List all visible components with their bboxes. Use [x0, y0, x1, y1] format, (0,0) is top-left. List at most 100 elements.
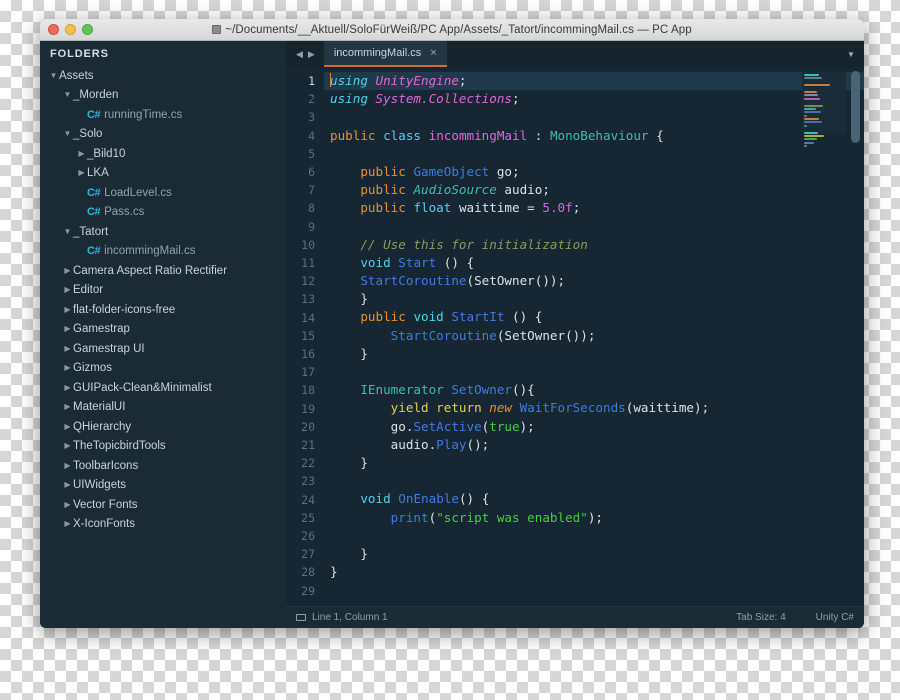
chevron-right-icon[interactable]: ▶ — [62, 442, 73, 450]
status-syntax[interactable]: Unity C# — [816, 612, 854, 623]
code-line: public GameObject go; — [330, 163, 864, 181]
line-number: 12 — [301, 274, 315, 289]
code-token: StartCoroutine — [360, 273, 467, 289]
status-tab-size[interactable]: Tab Size: 4 — [736, 612, 785, 623]
tree-folder-row[interactable]: ▶ Gamestrap — [40, 320, 286, 340]
chevron-right-icon[interactable]: ▶ — [62, 364, 73, 372]
tree-folder-row[interactable]: ▼ _Tatort — [40, 222, 286, 242]
tab-navigation: ◀ ▶ — [286, 41, 324, 67]
minimap-line — [804, 135, 824, 138]
chevron-right-icon[interactable]: ▶ — [62, 520, 73, 528]
code-token: (){ — [512, 382, 535, 398]
chevron-down-icon[interactable]: ▼ — [62, 91, 73, 99]
code-token: public — [360, 200, 406, 216]
window-title-label: ~/Documents/__Aktuell/SoloFürWeiß/PC App… — [225, 23, 692, 36]
tree-folder-row[interactable]: ▶ Gamestrap UI — [40, 339, 286, 359]
csharp-file-icon: C# — [87, 245, 101, 258]
tree-folder-row[interactable]: ▶ Editor — [40, 281, 286, 301]
code-area[interactable]: 1 2 3 4 5 6 7 8 9 10 11 12 13 14 15 16 17 18 19 20 21 22 23 24 2… — [286, 67, 864, 606]
code-token: go. — [330, 418, 414, 434]
code-token: : — [527, 127, 550, 143]
tree-item-label: incommingMail.cs — [104, 245, 196, 258]
code-token: (waittime); — [625, 400, 710, 416]
chevron-right-icon[interactable]: ▶ — [62, 344, 73, 353]
chevron-right-icon[interactable]: ▶ — [62, 305, 73, 314]
code-content[interactable]: using UnityEngine; using System.Collectio… — [324, 67, 864, 606]
tree-folder-row[interactable]: ▶ ToolbarIcons — [40, 456, 286, 476]
tree-folder-row[interactable]: ▶ Gizmos — [40, 359, 286, 379]
chevron-down-icon[interactable]: ▼ — [62, 130, 73, 138]
code-token: () { — [504, 309, 543, 325]
tree-folder-row[interactable]: ▼ _Solo — [40, 125, 286, 145]
tree-item-label: LoadLevel.cs — [104, 186, 172, 199]
chevron-down-icon[interactable]: ▼ — [48, 71, 59, 80]
chevron-right-icon[interactable]: ▶ — [62, 481, 73, 489]
line-number: 9 — [308, 219, 315, 234]
code-minimap[interactable] — [802, 71, 846, 148]
chevron-right-icon[interactable]: ▶ — [62, 266, 73, 275]
line-number: 15 — [301, 328, 315, 343]
tree-item-label: runningTime.cs — [104, 108, 183, 121]
tab-close-icon[interactable]: × — [430, 47, 436, 59]
chevron-right-icon[interactable]: ▶ — [62, 325, 73, 333]
line-number: 2 — [308, 92, 315, 107]
line-number: 6 — [308, 165, 315, 180]
tree-file-row[interactable]: C# incommingMail.cs — [40, 242, 286, 262]
code-token: ; — [512, 91, 520, 107]
status-position-group[interactable]: Line 1, Column 1 — [296, 612, 388, 623]
code-token: void — [360, 491, 391, 507]
chevron-right-icon[interactable]: ▶ — [62, 286, 73, 294]
code-token: IEnumerator — [360, 382, 444, 398]
tree-folder-row[interactable]: ▼ Assets — [40, 66, 286, 86]
tree-folder-row[interactable]: ▶ X-IconFonts — [40, 515, 286, 535]
tree-folder-row[interactable]: ▶ TheTopicbirdTools — [40, 437, 286, 457]
code-token: SetOwner — [451, 382, 513, 398]
minimap-line — [804, 84, 831, 87]
window-body: FOLDERS ▼ Assets ▼ _Morden C# runningTime.cs ▼… — [40, 41, 864, 628]
tree-file-row[interactable]: C# runningTime.cs — [40, 105, 286, 125]
chevron-down-icon[interactable]: ▼ — [62, 227, 73, 236]
chevron-right-icon[interactable]: ▶ — [62, 422, 73, 431]
line-number: 16 — [301, 347, 315, 362]
tree-folder-row[interactable]: ▶ _Bild10 — [40, 144, 286, 164]
csharp-file-icon: C# — [87, 186, 101, 199]
code-token: float — [413, 200, 452, 216]
chevron-right-icon[interactable]: ▶ — [62, 461, 73, 470]
tree-folder-row[interactable]: ▶ Vector Fonts — [40, 495, 286, 515]
tree-file-row[interactable]: C# LoadLevel.cs — [40, 183, 286, 203]
tree-folder-row[interactable]: ▼ _Morden — [40, 86, 286, 106]
line-number: 21 — [301, 438, 315, 453]
vertical-scrollbar[interactable] — [851, 71, 860, 143]
tree-folder-row[interactable]: ▶ GUIPack-Clean&Minimalist — [40, 378, 286, 398]
code-line: // Use this for initialization — [330, 236, 864, 254]
chevron-right-icon[interactable]: ▶ — [62, 500, 73, 509]
chevron-right-icon[interactable]: ▶ — [62, 403, 73, 411]
tree-file-row[interactable]: C# Pass.cs — [40, 203, 286, 223]
tree-item-label: flat-folder-icons-free — [73, 303, 176, 316]
code-line: public AudioSource audio; — [330, 181, 864, 199]
csharp-file-icon: C# — [87, 108, 101, 121]
chevron-right-icon[interactable]: ▶ — [62, 383, 73, 392]
tree-folder-row[interactable]: ▶ Camera Aspect Ratio Rectifier — [40, 261, 286, 281]
chevron-right-icon[interactable]: ▶ — [76, 169, 87, 177]
tree-folder-row[interactable]: ▶ QHierarchy — [40, 417, 286, 437]
tree-folder-row[interactable]: ▶ flat-folder-icons-free — [40, 300, 286, 320]
line-number: 23 — [301, 474, 315, 489]
tree-folder-row[interactable]: ▶ UIWidgets — [40, 476, 286, 496]
minimap-line — [804, 111, 821, 114]
line-number: 27 — [301, 547, 315, 562]
chevron-right-icon[interactable]: ▶ — [76, 149, 87, 158]
tree-folder-row[interactable]: ▶ LKA — [40, 164, 286, 184]
tab-incommingmail[interactable]: incommingMail.cs × — [323, 41, 447, 67]
chevron-down-icon[interactable]: ▼ — [838, 41, 864, 67]
tree-item-label: Vector Fonts — [73, 498, 138, 511]
tab-prev-icon[interactable]: ◀ — [296, 49, 303, 60]
tree-folder-row[interactable]: ▶ MaterialUI — [40, 398, 286, 418]
tab-next-icon[interactable]: ▶ — [308, 49, 315, 60]
